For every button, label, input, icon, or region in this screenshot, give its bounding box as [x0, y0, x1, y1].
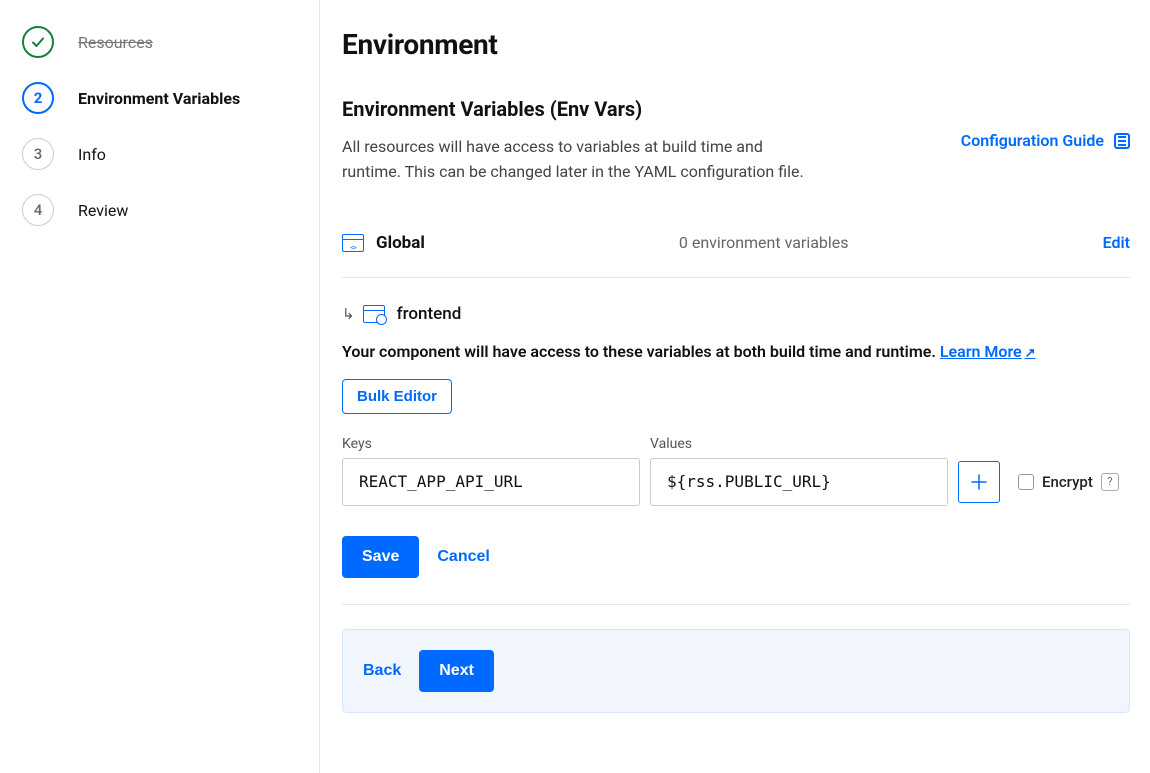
- save-button[interactable]: Save: [342, 536, 419, 578]
- cancel-button[interactable]: Cancel: [437, 548, 489, 566]
- wizard-footer: Back Next: [342, 629, 1130, 713]
- step-number-icon: 3: [22, 138, 54, 170]
- next-button[interactable]: Next: [419, 650, 494, 692]
- global-scope-count: 0 environment variables: [425, 233, 1103, 252]
- step-number-icon: 4: [22, 194, 54, 226]
- step-label: Resources: [78, 33, 153, 52]
- add-env-var-button[interactable]: [958, 461, 1000, 503]
- main-content: Environment Environment Variables (Env V…: [320, 0, 1140, 773]
- component-header: ↳ frontend: [342, 304, 1130, 324]
- check-icon: [22, 26, 54, 58]
- values-column-label: Values: [650, 436, 692, 452]
- env-key-input[interactable]: [342, 458, 640, 506]
- bulk-editor-button[interactable]: Bulk Editor: [342, 379, 452, 414]
- wizard-step-info[interactable]: 3 Info: [22, 126, 297, 182]
- back-button[interactable]: Back: [363, 662, 401, 680]
- encrypt-label: Encrypt: [1042, 473, 1093, 491]
- step-label: Environment Variables: [78, 89, 240, 108]
- global-scope-label: Global: [376, 233, 425, 253]
- configuration-guide-link[interactable]: Configuration Guide: [961, 131, 1130, 150]
- document-icon: [1114, 133, 1130, 149]
- env-var-row: Encrypt ?: [342, 458, 1130, 506]
- plus-icon: [970, 473, 988, 491]
- wizard-sidebar: Resources 2 Environment Variables 3 Info…: [0, 0, 320, 773]
- learn-more-link[interactable]: Learn More↗: [940, 342, 1036, 361]
- keys-column-label: Keys: [342, 436, 640, 452]
- wizard-step-environment-variables[interactable]: 2 Environment Variables: [22, 70, 297, 126]
- component-description: Your component will have access to these…: [342, 342, 1130, 361]
- page-title: Environment: [342, 28, 1130, 61]
- component-service-icon: [363, 305, 385, 323]
- wizard-step-review[interactable]: 4 Review: [22, 182, 297, 238]
- section-subtitle: Environment Variables (Env Vars): [342, 97, 931, 121]
- config-guide-label: Configuration Guide: [961, 131, 1104, 150]
- step-label: Info: [78, 145, 106, 164]
- edit-global-link[interactable]: Edit: [1103, 233, 1130, 252]
- external-link-icon: ↗: [1025, 346, 1036, 361]
- encrypt-checkbox[interactable]: [1018, 474, 1034, 490]
- child-arrow-icon: ↳: [342, 305, 355, 323]
- section-description: All resources will have access to variab…: [342, 135, 812, 185]
- step-label: Review: [78, 201, 128, 220]
- help-icon[interactable]: ?: [1101, 473, 1119, 491]
- component-name: frontend: [397, 304, 462, 324]
- step-number-icon: 2: [22, 82, 54, 114]
- env-value-input[interactable]: [650, 458, 948, 506]
- global-scope-icon: [342, 234, 364, 252]
- wizard-step-resources[interactable]: Resources: [22, 14, 297, 70]
- global-scope-row: Global 0 environment variables Edit: [342, 213, 1130, 278]
